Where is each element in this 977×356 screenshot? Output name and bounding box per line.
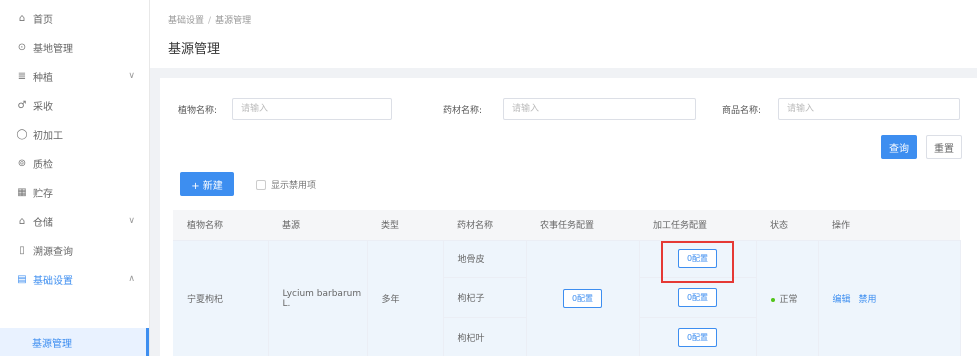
process-config-button[interactable]: 0配置 — [677, 327, 718, 347]
cell-actions: 编辑 禁用 — [818, 240, 961, 356]
process-config-button[interactable]: 0配置 — [677, 249, 718, 268]
home-icon: ⌂ — [18, 12, 26, 24]
sidebar-item-label: 溯源查询 — [33, 246, 73, 258]
breadcrumb-separator: / — [208, 16, 212, 26]
edit-link[interactable]: 编辑 — [833, 295, 851, 305]
process-config-button[interactable]: 0配置 — [677, 287, 718, 307]
table-header-row: 植物名称 基源 类型 药材名称 农事任务配置 加工任务配置 状态 操作 — [173, 210, 960, 241]
sidebar-item-label: 基础设置 — [33, 275, 73, 287]
breadcrumb-parent[interactable]: 基础设置 — [168, 16, 204, 26]
plant-name-input[interactable] — [232, 98, 392, 120]
plant-icon: ≣ — [17, 70, 27, 82]
sidebar-item-base[interactable]: ⊙ 基地管理 — [0, 33, 149, 61]
cell-origin: Lycium barbarum L. — [268, 240, 368, 356]
sidebar-item-storage[interactable]: ▦ 贮存 — [0, 178, 149, 206]
header-origin: 基源 — [268, 210, 367, 241]
cell-status: 正常 — [756, 240, 819, 356]
herb-name-input[interactable] — [503, 98, 696, 120]
sidebar-item-warehouse[interactable]: ⌂ 仓储 ∨ — [0, 207, 149, 235]
table-row: 宁夏枸杞 Lycium barbarum L. 多年 地骨皮 0配置 0配置 正… — [173, 240, 961, 356]
breadcrumb: 基础设置 / 基源管理 — [168, 13, 251, 26]
cell-farm-config: 0配置 — [526, 240, 640, 356]
trace-icon: ▯ — [19, 244, 25, 256]
product-name-input[interactable] — [778, 98, 960, 120]
cell-process-config: 0配置 — [639, 317, 757, 356]
cell-herb-name: 枸杞叶 — [443, 317, 527, 356]
show-disabled-label: 显示禁用项 — [271, 181, 317, 191]
sidebar-item-trace[interactable]: ▯ 溯源查询 — [0, 236, 149, 264]
header-actions: 操作 — [818, 210, 960, 241]
page-header: 基础设置 / 基源管理 基源管理 — [150, 0, 977, 68]
herb-name-label: 药材名称: — [443, 106, 483, 116]
process-icon: ◯ — [16, 128, 28, 140]
header-status: 状态 — [756, 210, 818, 241]
sidebar-item-label: 贮存 — [33, 188, 53, 200]
status-dot-icon — [770, 297, 775, 302]
header-herb-name: 药材名称 — [443, 210, 526, 241]
create-button[interactable]: + 新建 — [180, 172, 234, 196]
sidebar-item-origin-manage[interactable]: 基源管理 — [0, 328, 149, 356]
sidebar-item-inspect[interactable]: ⊚ 质检 — [0, 149, 149, 177]
breadcrumb-current: 基源管理 — [215, 16, 252, 26]
plant-name-label: 植物名称: — [178, 106, 218, 116]
status-text: 正常 — [779, 295, 798, 305]
cell-type: 多年 — [367, 240, 444, 356]
origin-table: 植物名称 基源 类型 药材名称 农事任务配置 加工任务配置 状态 操作 宁夏枸杞… — [173, 210, 961, 356]
sidebar-item-label: 首页 — [33, 14, 53, 26]
cell-herb-name: 枸杞子 — [443, 277, 527, 318]
query-button[interactable]: 查询 — [881, 135, 917, 159]
reset-button[interactable]: 重置 — [926, 135, 962, 159]
sidebar-item-label: 初加工 — [33, 130, 63, 142]
sidebar-item-home[interactable]: ⌂ 首页 — [0, 4, 149, 32]
header-type: 类型 — [367, 210, 443, 241]
header-farm-config: 农事任务配置 — [526, 210, 639, 241]
header-plant-name: 植物名称 — [173, 210, 268, 241]
storage-icon: ▦ — [17, 186, 27, 198]
sidebar: ⌂ 首页 ⊙ 基地管理 ≣ 种植 ∨ ♂ 采收 ◯ 初加工 ⊚ 质检 ▦ 贮存 … — [0, 0, 150, 356]
checkbox-box[interactable] — [256, 179, 266, 190]
base-icon: ⊙ — [17, 41, 27, 53]
settings-icon: ▤ — [17, 273, 27, 285]
farm-config-button[interactable]: 0配置 — [562, 289, 603, 308]
cell-process-config: 0配置 — [639, 240, 757, 278]
sidebar-item-label: 基源管理 — [32, 338, 72, 350]
sidebar-item-label: 质检 — [33, 159, 53, 171]
warehouse-icon: ⌂ — [18, 215, 26, 227]
inspect-icon: ⊚ — [17, 157, 27, 169]
show-disabled-checkbox[interactable]: 显示禁用项 — [256, 178, 316, 191]
sidebar-item-settings[interactable]: ▤ 基础设置 ∧ — [0, 265, 149, 293]
cell-process-config: 0配置 — [639, 277, 757, 318]
sidebar-item-label: 采收 — [33, 101, 53, 113]
chevron-down-icon: ∨ — [128, 71, 135, 81]
cell-plant-name: 宁夏枸杞 — [173, 240, 269, 356]
cell-herb-name: 地骨皮 — [443, 240, 527, 278]
sidebar-item-label: 种植 — [33, 72, 53, 84]
sidebar-item-plant[interactable]: ≣ 种植 ∨ — [0, 62, 149, 90]
sidebar-item-harvest[interactable]: ♂ 采收 — [0, 91, 149, 119]
sidebar-item-label: 基地管理 — [33, 43, 73, 55]
chevron-down-icon: ∨ — [128, 216, 135, 226]
disable-link[interactable]: 禁用 — [859, 295, 877, 305]
header-process-config: 加工任务配置 — [639, 210, 756, 241]
harvest-icon: ♂ — [17, 99, 27, 111]
chevron-up-icon: ∧ — [128, 274, 135, 284]
sidebar-item-process[interactable]: ◯ 初加工 — [0, 120, 149, 148]
sidebar-item-label: 仓储 — [33, 217, 53, 229]
page-title: 基源管理 — [168, 42, 221, 57]
product-name-label: 商品名称: — [722, 106, 762, 116]
